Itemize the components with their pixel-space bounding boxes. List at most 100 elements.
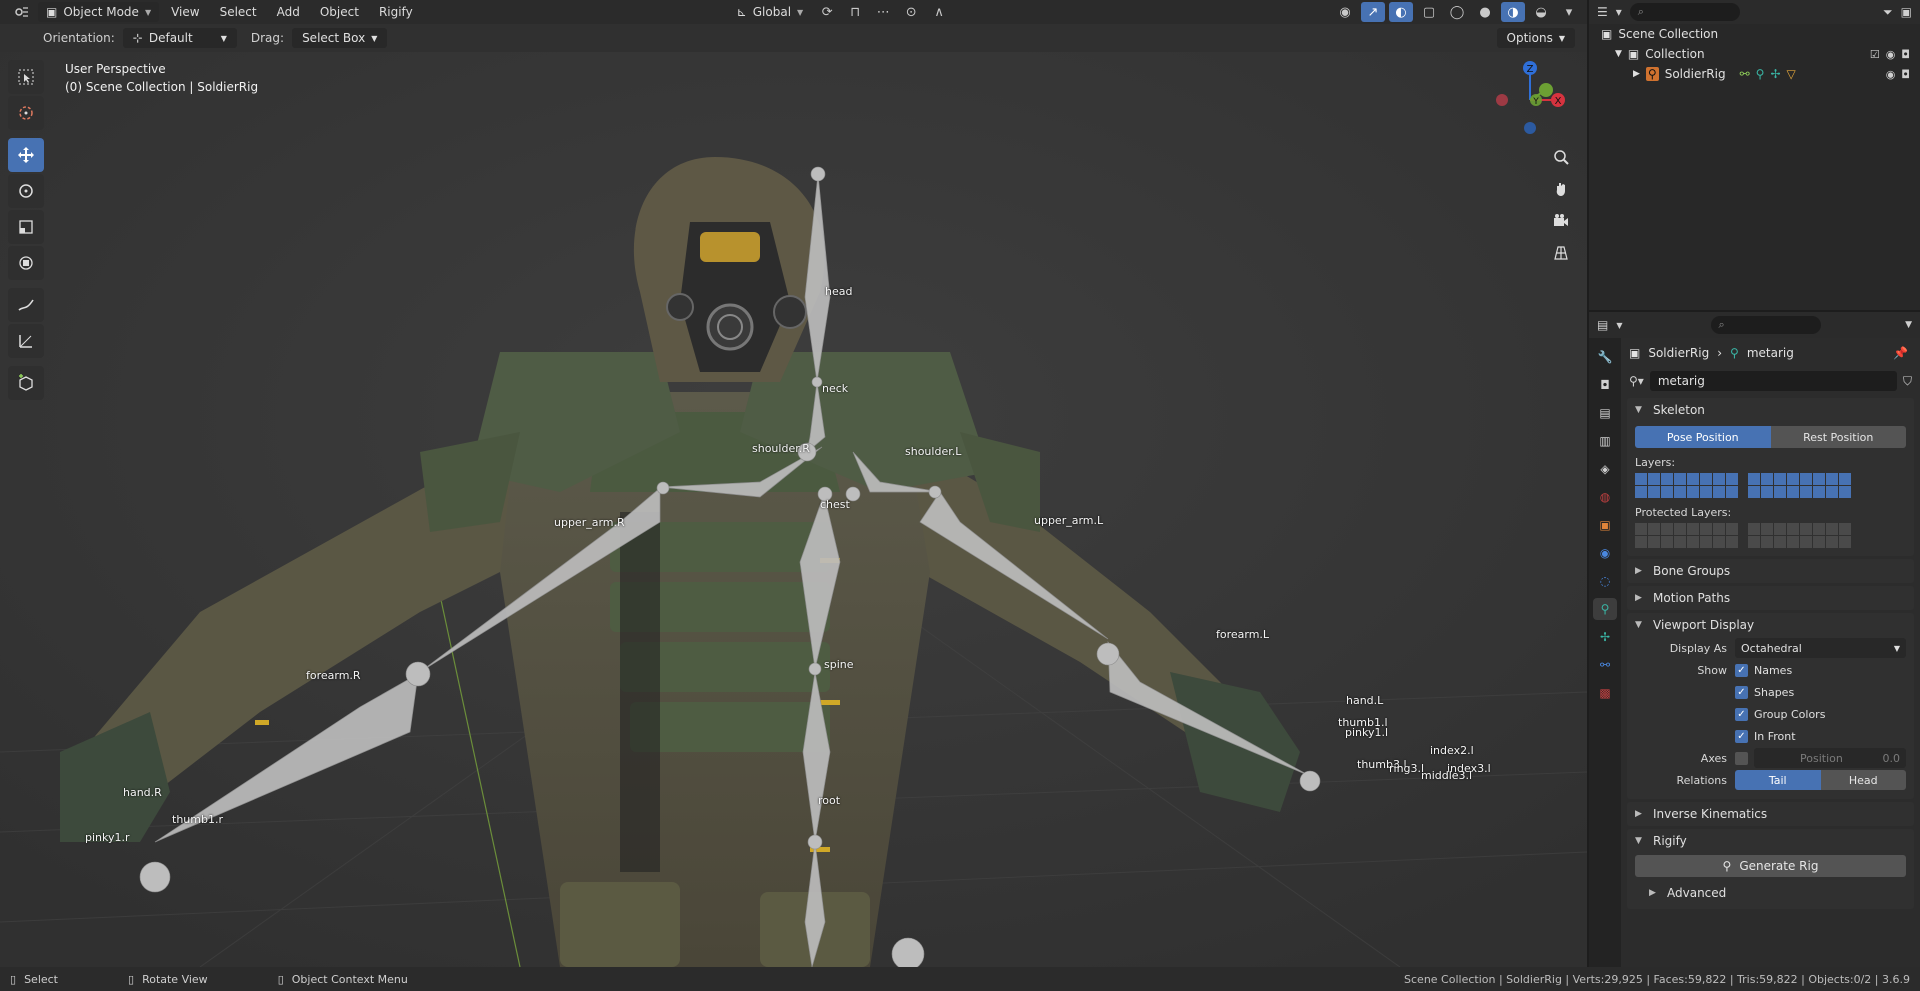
chevron-down-icon[interactable]: ▼ (1905, 320, 1912, 330)
outliner-row-collection[interactable]: ▼ ▣ Collection ☑ ◉ ◘ (1589, 44, 1920, 64)
orientation-dropdown[interactable]: ⊹ Default ▼ (122, 28, 237, 48)
view-layer-tab-icon[interactable]: ▥ (1593, 430, 1617, 452)
protected-block-right[interactable] (1748, 523, 1851, 548)
relations-tail-button[interactable]: Tail (1735, 770, 1821, 790)
annotate-tool-icon[interactable] (8, 288, 44, 322)
outliner-editor-icon[interactable]: ☰ (1597, 5, 1608, 19)
fake-user-shield-icon[interactable]: ⛉ (1903, 374, 1912, 389)
mode-dropdown[interactable]: ▣ Object Mode ▼ (38, 2, 160, 22)
menu-select[interactable]: Select (212, 2, 265, 22)
physics-tab-icon[interactable]: ◌ (1593, 570, 1617, 592)
axes-position-field[interactable]: Position 0.0 (1754, 748, 1906, 768)
bone-tab-icon[interactable]: ✢ (1593, 626, 1617, 648)
outliner-search-input[interactable]: ⌕ (1629, 3, 1740, 21)
layer-block-left[interactable] (1635, 473, 1738, 498)
ortho-grid-icon[interactable] (1548, 240, 1574, 266)
visibility-icon[interactable]: ◉ (1333, 2, 1357, 22)
bone-constraint-tab-icon[interactable]: ⚯ (1593, 654, 1617, 676)
tool-tab-icon[interactable]: 🔧 (1593, 346, 1617, 368)
display-as-dropdown[interactable]: Octahedral ▼ (1735, 638, 1906, 658)
pose-position-button[interactable]: Pose Position (1635, 426, 1771, 448)
display-mode-icon[interactable]: ▾ (1616, 5, 1622, 19)
render-tab-icon[interactable]: ◘ (1593, 374, 1617, 396)
shading-options-icon[interactable]: ▾ (1557, 2, 1581, 22)
object-tab-icon[interactable]: ▣ (1593, 514, 1617, 536)
rigify-panel-header[interactable]: ▼ Rigify (1627, 829, 1914, 853)
inverse-kinematics-panel[interactable]: ▶ Inverse Kinematics (1627, 802, 1914, 826)
proportional-edit-icon[interactable]: ⊙ (899, 2, 923, 22)
pivot-point-icon[interactable]: ⟳ (815, 2, 839, 22)
world-tab-icon[interactable]: ◍ (1593, 486, 1617, 508)
navigation-gizmo[interactable]: Z X Y (1490, 60, 1570, 140)
generate-rig-button[interactable]: ⚲ Generate Rig (1635, 855, 1906, 877)
data-name-input[interactable]: metarig (1649, 371, 1897, 391)
shading-rendered-icon[interactable]: ◒ (1529, 2, 1553, 22)
scale-tool-icon[interactable] (8, 210, 44, 244)
cursor-tool-icon[interactable] (8, 96, 44, 130)
rotate-tool-icon[interactable] (8, 174, 44, 208)
shading-wireframe-icon[interactable]: ◯ (1445, 2, 1469, 22)
pin-icon[interactable]: 📌 (1893, 346, 1908, 360)
transform-tool-icon[interactable] (8, 246, 44, 280)
checkbox-icon[interactable]: ☑ (1870, 48, 1880, 61)
snap-target-icon[interactable]: ⋯ (871, 2, 895, 22)
eye-icon[interactable]: ◉ (1886, 48, 1896, 61)
gizmo-toggle-icon[interactable]: ↗ (1361, 2, 1385, 22)
render-camera-icon[interactable]: ◘ (1901, 68, 1910, 81)
snap-icon[interactable]: ⊓ (843, 2, 867, 22)
new-collection-icon[interactable]: ▣ (1901, 5, 1912, 19)
camera-icon[interactable] (1548, 208, 1574, 234)
protected-layers-grid[interactable] (1635, 523, 1906, 548)
viewport-display-header[interactable]: ▼ Viewport Display (1627, 613, 1914, 637)
measure-tool-icon[interactable] (8, 324, 44, 358)
output-tab-icon[interactable]: ▤ (1593, 402, 1617, 424)
advanced-subpanel[interactable]: ▶ Advanced (1635, 881, 1906, 905)
move-tool-icon[interactable] (8, 138, 44, 172)
axes-checkbox[interactable] (1735, 751, 1748, 765)
layer-block-right[interactable] (1748, 473, 1851, 498)
outliner-row-scene-collection[interactable]: ▣ Scene Collection (1589, 24, 1920, 44)
drag-dropdown[interactable]: Select Box ▼ (292, 28, 388, 48)
shading-solid-icon[interactable]: ● (1473, 2, 1497, 22)
outliner-row-soldierrig[interactable]: ▶ ⚲ SoldierRig ⚯ ⚲ ✢ ▽ ◉ ◘ (1589, 64, 1920, 84)
texture-tab-icon[interactable]: ▩ (1593, 682, 1617, 704)
eye-icon[interactable]: ◉ (1886, 68, 1896, 81)
editor-type-icon[interactable] (10, 2, 34, 22)
modifier-tab-icon[interactable]: ◉ (1593, 542, 1617, 564)
menu-rigify[interactable]: Rigify (371, 2, 421, 22)
xray-icon[interactable]: ▢ (1417, 2, 1441, 22)
filter-icon[interactable]: ⏷ (1883, 5, 1893, 20)
shapes-checkbox[interactable]: ✓ Shapes (1735, 685, 1906, 699)
3d-viewport[interactable]: User Perspective (0) Scene Collection | … (0, 52, 1587, 967)
relations-head-button[interactable]: Head (1820, 770, 1906, 790)
menu-object[interactable]: Object (312, 2, 367, 22)
render-camera-icon[interactable]: ◘ (1901, 48, 1910, 61)
bone-groups-panel[interactable]: ▶ Bone Groups (1627, 559, 1914, 583)
overlay-toggle-icon[interactable]: ◐ (1389, 2, 1413, 22)
transform-orientation-dropdown[interactable]: ⊾ Global ▼ (729, 2, 812, 22)
zoom-icon[interactable] (1548, 144, 1574, 170)
add-cube-tool-icon[interactable] (8, 366, 44, 400)
pan-hand-icon[interactable] (1548, 176, 1574, 202)
protected-block-left[interactable] (1635, 523, 1738, 548)
motion-paths-panel[interactable]: ▶ Motion Paths (1627, 586, 1914, 610)
expand-down-icon[interactable]: ▼ (1615, 49, 1622, 59)
rest-position-button[interactable]: Rest Position (1770, 426, 1906, 448)
menu-view[interactable]: View (163, 2, 207, 22)
skeleton-panel-header[interactable]: ▼ Skeleton (1627, 398, 1914, 422)
armature-data-tab-icon[interactable]: ⚲ (1593, 598, 1617, 620)
options-dropdown[interactable]: Options ▼ (1496, 28, 1575, 48)
shading-material-icon[interactable]: ◑ (1501, 2, 1525, 22)
select-box-tool-icon[interactable] (8, 60, 44, 94)
menu-add[interactable]: Add (269, 2, 308, 22)
bone-layers-grid[interactable] (1635, 473, 1906, 498)
properties-editor-icon[interactable]: ▤ (1597, 318, 1608, 332)
names-checkbox[interactable]: ✓ Names (1735, 663, 1906, 677)
expand-right-icon[interactable]: ▶ (1633, 69, 1640, 79)
falloff-icon[interactable]: ∧ (927, 2, 951, 22)
in-front-checkbox[interactable]: ✓ In Front (1735, 729, 1906, 743)
armature-browse-icon[interactable]: ⚲▾ (1629, 374, 1644, 388)
scene-tab-icon[interactable]: ◈ (1593, 458, 1617, 480)
properties-search-input[interactable]: ⌕ (1710, 316, 1821, 334)
group-colors-checkbox[interactable]: ✓ Group Colors (1735, 707, 1906, 721)
